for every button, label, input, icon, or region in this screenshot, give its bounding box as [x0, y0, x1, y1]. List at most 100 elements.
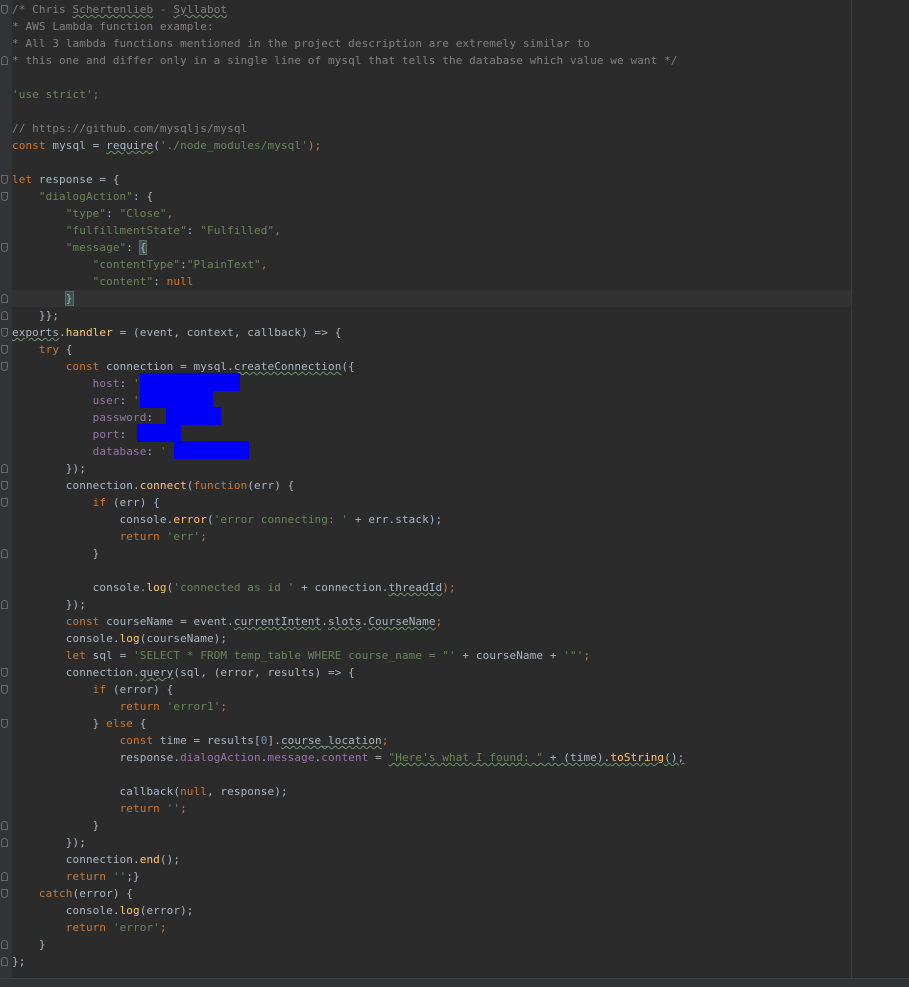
- code-token: });: [12, 598, 86, 611]
- code-line[interactable]: console.log(courseName);: [12, 630, 851, 647]
- code-token: * All 3 lambda functions mentioned in th…: [12, 37, 591, 50]
- code-line[interactable]: });: [1, 460, 851, 477]
- fold-toggle-icon[interactable]: [1, 685, 8, 694]
- fold-toggle-icon[interactable]: [1, 5, 8, 14]
- fold-toggle-icon[interactable]: [1, 668, 8, 677]
- fold-toggle-icon[interactable]: [1, 498, 8, 507]
- code-line[interactable]: [12, 766, 851, 783]
- code-line[interactable]: connection.end();: [12, 851, 851, 868]
- fold-end-marker-icon[interactable]: [1, 821, 8, 830]
- code-token: + (time).: [543, 751, 611, 764]
- code-line[interactable]: port: ,: [12, 424, 851, 443]
- code-editor[interactable]: /* Chris Schertenlieb - Syllabot * AWS La…: [0, 0, 909, 987]
- code-line[interactable]: "type": "Close",: [12, 205, 851, 222]
- fold-end-marker-icon[interactable]: [1, 872, 8, 881]
- code-line[interactable]: const courseName = event.currentIntent.s…: [12, 613, 851, 630]
- code-line[interactable]: });: [1, 834, 851, 851]
- fold-end-marker-icon[interactable]: [1, 294, 8, 303]
- code-line[interactable]: if (error) {: [1, 681, 851, 698]
- code-line[interactable]: "message": {: [1, 239, 851, 256]
- code-token: connection.: [12, 479, 140, 492]
- code-token: if: [92, 683, 107, 696]
- code-line[interactable]: response.dialogAction.message.content = …: [12, 749, 851, 766]
- code-line[interactable]: database: ': [12, 441, 851, 460]
- code-token: Schertenlieb: [72, 3, 154, 16]
- code-line[interactable]: catch(error) {: [1, 885, 851, 902]
- code-line[interactable]: const connection = mysql.createConnectio…: [1, 358, 851, 375]
- fold-end-marker-icon[interactable]: [1, 940, 8, 949]
- code-token: return: [119, 530, 160, 543]
- code-token: "content": [92, 275, 154, 288]
- code-token: content: [321, 751, 369, 764]
- code-line[interactable]: };: [1, 953, 851, 970]
- code-line[interactable]: }};: [1, 307, 851, 324]
- code-line[interactable]: callback(null, response);: [12, 783, 851, 800]
- code-line[interactable]: 'use strict';: [12, 86, 851, 103]
- code-line[interactable]: let sql = 'SELECT * FROM temp_table WHER…: [12, 647, 851, 664]
- code-line[interactable]: user: ' ,: [12, 390, 851, 409]
- code-line[interactable]: return 'err';: [12, 528, 851, 545]
- code-line[interactable]: "content": null: [12, 273, 851, 290]
- fold-end-marker-icon[interactable]: [1, 549, 8, 558]
- code-line[interactable]: exports.handler = (event, context, callb…: [1, 324, 851, 341]
- code-line[interactable]: return 'error';: [12, 919, 851, 936]
- code-line[interactable]: [12, 103, 851, 120]
- code-token: }: [12, 938, 46, 951]
- fold-end-marker-icon[interactable]: [1, 464, 8, 473]
- fold-toggle-icon[interactable]: [1, 481, 8, 490]
- code-line[interactable]: } else {: [1, 715, 851, 732]
- code-line[interactable]: // https://github.com/mysqljs/mysql: [12, 120, 851, 137]
- code-line[interactable]: let response = {: [1, 171, 851, 188]
- code-line[interactable]: return '';}: [1, 868, 851, 885]
- fold-toggle-icon[interactable]: [1, 328, 8, 337]
- code-token: ': [133, 394, 140, 407]
- code-line[interactable]: "contentType":"PlainText",: [12, 256, 851, 273]
- fold-toggle-icon[interactable]: [1, 192, 8, 201]
- code-line[interactable]: }: [1, 936, 851, 953]
- code-line[interactable]: if (err) {: [1, 494, 851, 511]
- fold-end-marker-icon[interactable]: [1, 600, 8, 609]
- code-token: (error) {: [72, 887, 134, 900]
- code-line[interactable]: "dialogAction": {: [1, 188, 851, 205]
- code-line[interactable]: * All 3 lambda functions mentioned in th…: [12, 35, 851, 52]
- code-line[interactable]: console.log(error);: [12, 902, 851, 919]
- code-line[interactable]: console.error('error connecting: ' + err…: [12, 511, 851, 528]
- code-line[interactable]: return 'error1';: [12, 698, 851, 715]
- fold-end-marker-icon[interactable]: [1, 311, 8, 320]
- code-token: "Here's what I found: ": [388, 751, 544, 764]
- code-line[interactable]: const mysql = require('./node_modules/my…: [12, 137, 851, 154]
- code-line[interactable]: * AWS Lambda function example:: [12, 18, 851, 35]
- code-line[interactable]: console.log('connected as id ' + connect…: [12, 579, 851, 596]
- fold-toggle-icon[interactable]: [1, 362, 8, 371]
- code-token: });: [65, 462, 86, 475]
- code-line[interactable]: try {: [1, 341, 851, 358]
- code-line[interactable]: const time = results[0].course_location;: [12, 732, 851, 749]
- code-line[interactable]: /* Chris Schertenlieb - Syllabot: [1, 1, 851, 18]
- fold-toggle-icon[interactable]: [1, 175, 8, 184]
- code-line[interactable]: connection.connect(function(err) {: [1, 477, 851, 494]
- code-area[interactable]: /* Chris Schertenlieb - Syllabot * AWS La…: [1, 0, 851, 970]
- code-line[interactable]: }: [1, 817, 851, 834]
- code-line[interactable]: * this one and differ only in a single l…: [1, 52, 851, 69]
- code-line[interactable]: host: ' ,: [12, 373, 851, 392]
- code-line[interactable]: [12, 154, 851, 171]
- fold-toggle-icon[interactable]: [1, 345, 8, 354]
- fold-toggle-icon[interactable]: [1, 243, 8, 252]
- code-line[interactable]: return '';: [12, 800, 851, 817]
- code-line[interactable]: });: [1, 596, 851, 613]
- code-token: function: [193, 479, 248, 492]
- fold-end-marker-icon[interactable]: [1, 838, 8, 847]
- fold-end-marker-icon[interactable]: [1, 56, 8, 65]
- code-line[interactable]: [12, 69, 851, 86]
- code-line[interactable]: }: [1, 290, 851, 307]
- code-line[interactable]: [12, 562, 851, 579]
- code-token: const: [65, 360, 100, 373]
- code-line[interactable]: "fulfillmentState": "Fulfilled",: [12, 222, 851, 239]
- code-line[interactable]: }: [1, 545, 851, 562]
- code-line[interactable]: connection.query(sql, (error, results) =…: [1, 664, 851, 681]
- fold-end-marker-icon[interactable]: [1, 957, 8, 966]
- fold-toggle-icon[interactable]: [1, 719, 8, 728]
- fold-toggle-icon[interactable]: [1, 889, 8, 898]
